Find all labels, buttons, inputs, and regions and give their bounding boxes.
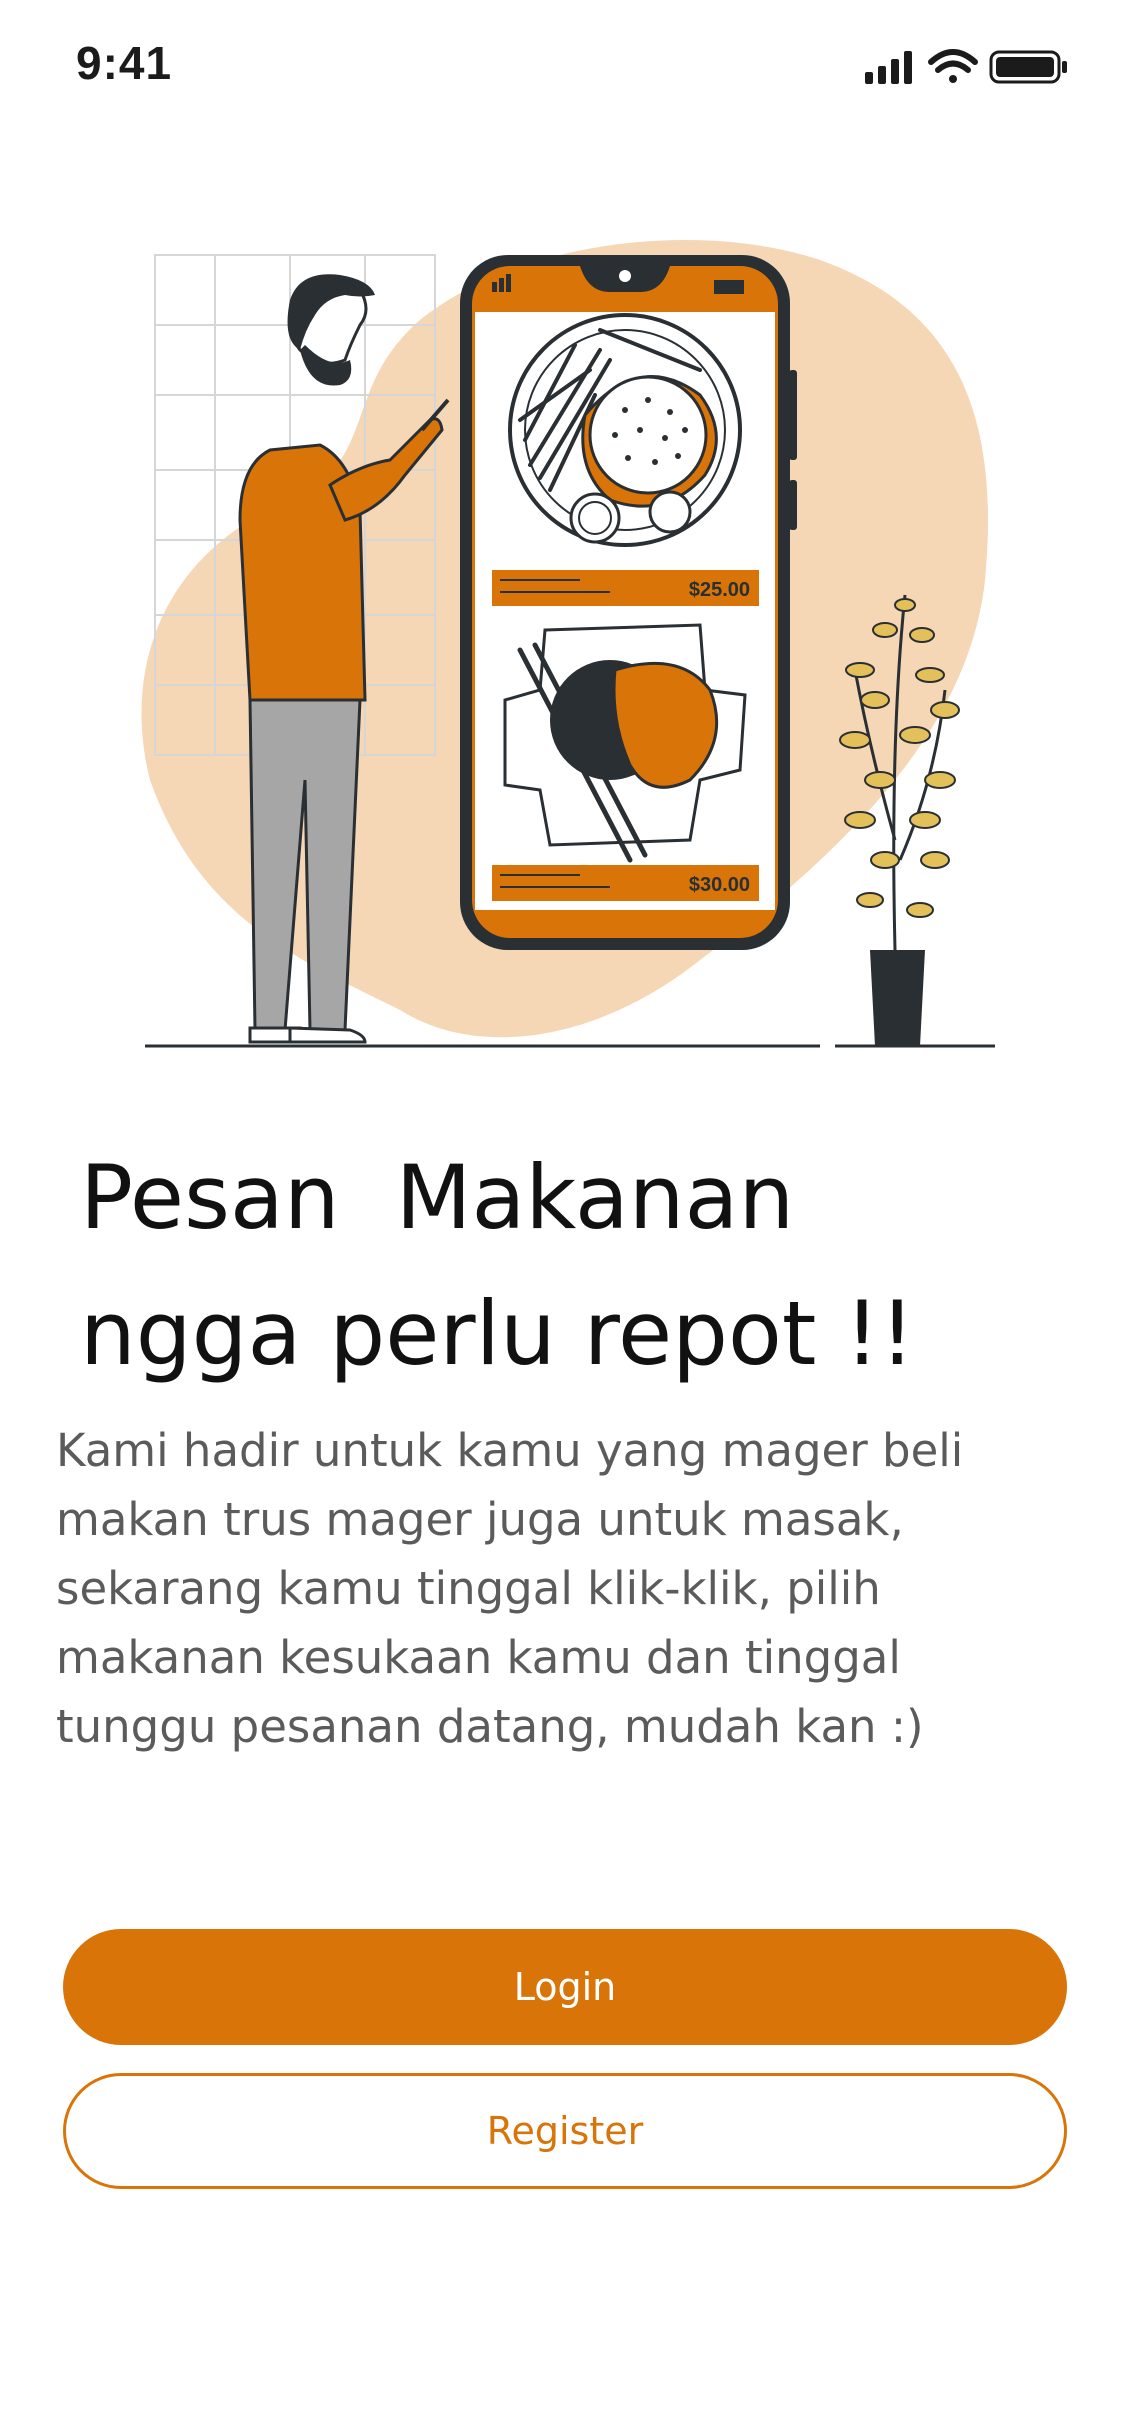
register-button[interactable]: Register: [63, 2073, 1067, 2189]
headline: Pesan Makanan ngga perlu repot !!: [80, 1130, 1080, 1402]
price-bottom: $30.00: [689, 874, 750, 896]
battery-icon: [989, 50, 1067, 84]
hero-illustration: $25.00 $30.00: [0, 220, 1125, 1070]
status-time: 9:41: [76, 37, 173, 89]
description: Kami hadir untuk kamu yang mager beli ma…: [56, 1424, 964, 1753]
status-icons: [865, 46, 1075, 86]
wifi-icon: [928, 49, 978, 83]
phone-mockup: $25.00 $30.00: [460, 255, 797, 950]
price-top: $25.00: [689, 579, 750, 601]
headline-line-1: Pesan Makanan: [80, 1146, 795, 1249]
food-plate-burger: [508, 313, 742, 547]
signal-icon: [865, 51, 912, 84]
status-bar: 9:41: [0, 0, 1125, 130]
headline-line-2: ngga perlu repot !!: [80, 1282, 915, 1385]
login-button[interactable]: Login: [63, 1929, 1067, 2045]
